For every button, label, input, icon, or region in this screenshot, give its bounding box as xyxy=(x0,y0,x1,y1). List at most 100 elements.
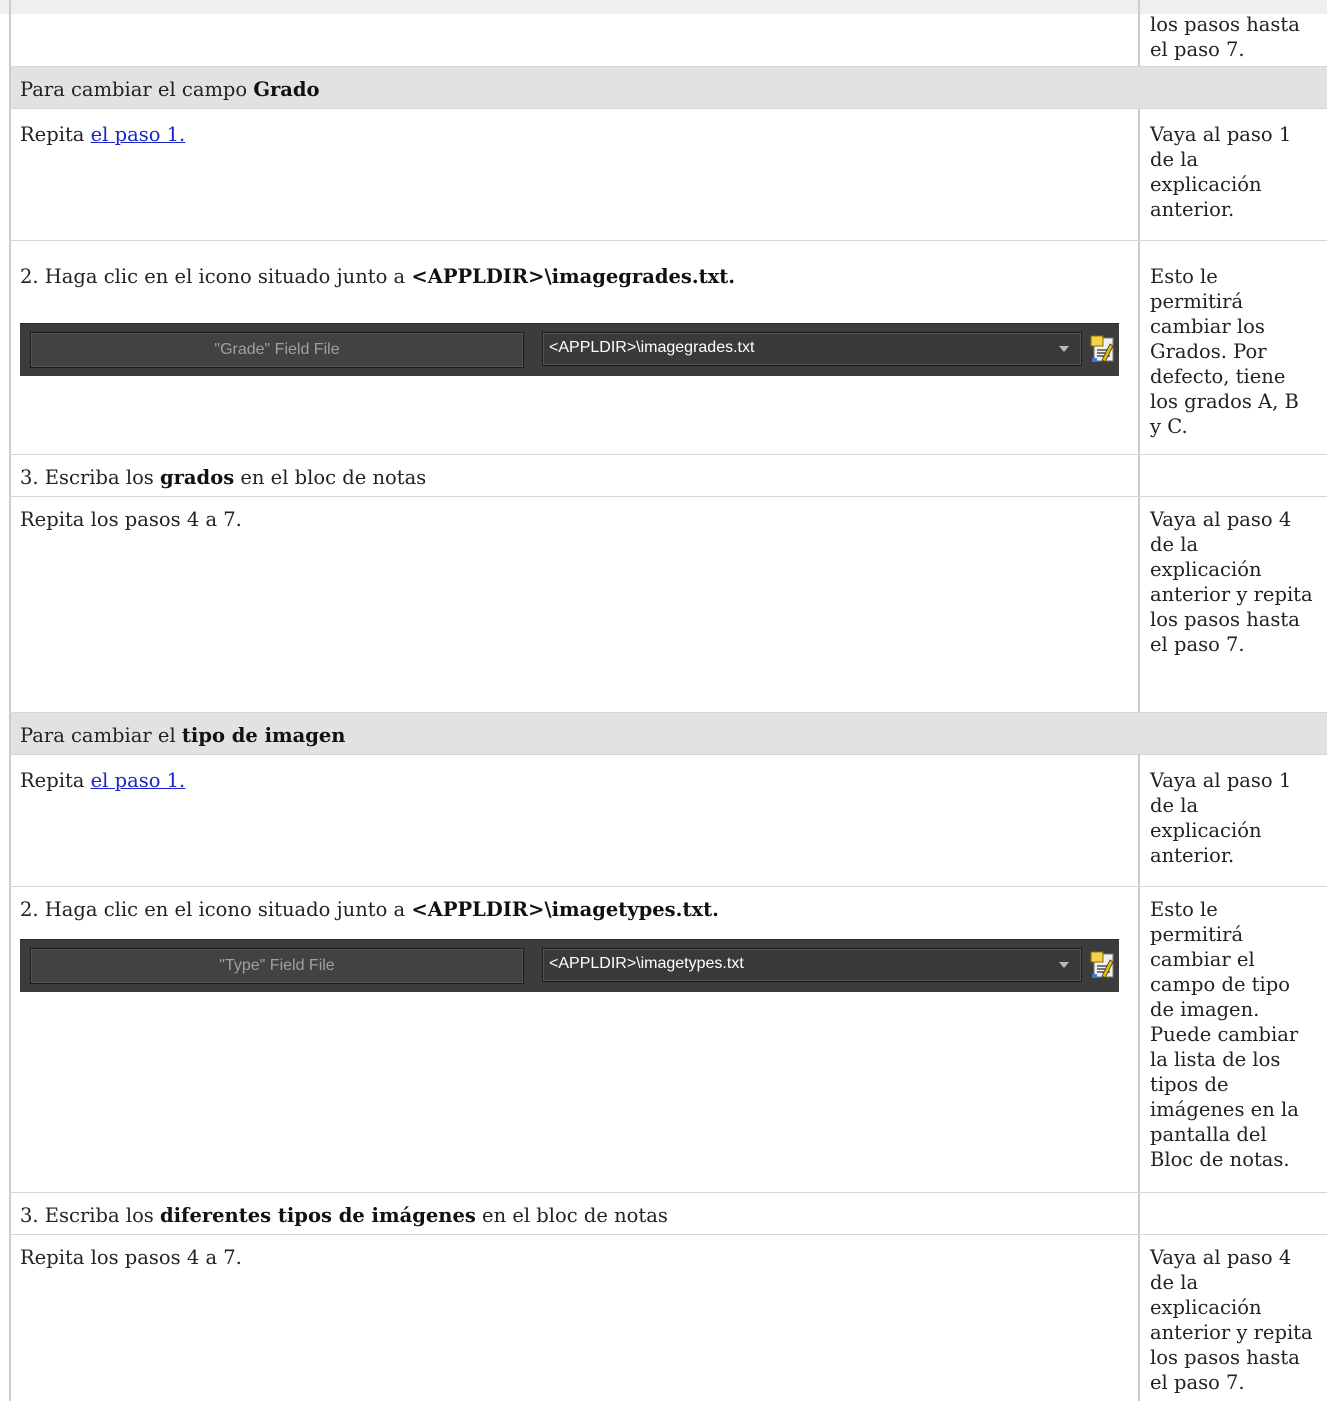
side-line: el paso 7. xyxy=(1150,1371,1245,1394)
side-note: Esto le permitirá cambiar el campo de ti… xyxy=(1150,887,1327,1193)
step-text: 2. Haga clic en el icono situado junto a xyxy=(20,898,412,921)
select-value: <APPLDIR>\imagegrades.txt xyxy=(549,339,755,356)
help-document: los pasos hasta el paso 7. Para cambiar … xyxy=(0,0,1327,1401)
side-line: cambiar los xyxy=(1150,315,1265,338)
side-line: explicación xyxy=(1150,819,1262,842)
side-line: Esto le xyxy=(1150,265,1218,288)
step-text: Repita los pasos 4 a 7. xyxy=(20,508,242,531)
step-text: Repita los pasos 4 a 7. xyxy=(20,1246,242,1269)
side-line: los pasos hasta xyxy=(1150,1346,1300,1369)
step-bold: diferentes tipos de imágenes xyxy=(160,1204,476,1227)
section-header-grade: Para cambiar el campo Grado xyxy=(9,66,1327,109)
side-note-empty xyxy=(1150,1193,1327,1235)
side-line: Vaya al paso 1 xyxy=(1150,769,1292,792)
side-note: Vaya al paso 4 de la explicación anterio… xyxy=(1150,1235,1327,1401)
side-line: anterior y repita xyxy=(1150,583,1313,606)
side-line: el paso 7. xyxy=(1150,38,1245,61)
type-field-file-bar: "Type" Field File <APPLDIR>\imagetypes.t… xyxy=(20,939,1119,992)
step-text: en el bloc de notas xyxy=(475,1204,668,1227)
side-line: Vaya al paso 1 xyxy=(1150,123,1292,146)
side-note: Esto le permitirá cambiar los Grados. Po… xyxy=(1150,241,1327,455)
side-line: el paso 7. xyxy=(1150,633,1245,656)
side-line: permitirá xyxy=(1150,290,1244,313)
section-title-prefix: Para cambiar el xyxy=(20,724,182,747)
side-line: tipos de xyxy=(1150,1073,1229,1096)
type-field-label: "Type" Field File xyxy=(30,948,524,984)
side-line: imágenes en la xyxy=(1150,1098,1299,1121)
side-line: y C. xyxy=(1150,415,1188,438)
main-cell: 3. Escriba los diferentes tipos de imáge… xyxy=(9,1193,1140,1235)
side-line: de la xyxy=(1150,794,1199,817)
main-cell: 2. Haga clic en el icono situado junto a… xyxy=(9,887,1140,1193)
chevron-down-icon[interactable] xyxy=(1059,962,1069,968)
side-line: anterior. xyxy=(1150,198,1235,221)
side-line: pantalla del xyxy=(1150,1123,1267,1146)
side-line: los grados A, B xyxy=(1150,390,1299,413)
side-line: explicación xyxy=(1150,173,1262,196)
side-line: campo de tipo xyxy=(1150,973,1290,996)
table-row-grade-step1: Repita el paso 1. Vaya al paso 1 de la e… xyxy=(9,108,1327,241)
step-path: <APPLDIR>\imagegrades.txt. xyxy=(411,265,736,288)
chevron-down-icon[interactable] xyxy=(1059,346,1069,352)
select-value: <APPLDIR>\imagetypes.txt xyxy=(549,955,744,972)
step1-link[interactable]: el paso 1. xyxy=(91,769,186,792)
step1-link[interactable]: el paso 1. xyxy=(91,123,186,146)
side-line: de la xyxy=(1150,533,1199,556)
side-line: cambiar el xyxy=(1150,948,1255,971)
main-cell xyxy=(9,0,1140,66)
step-text: Repita xyxy=(20,769,91,792)
side-line: defecto, tiene xyxy=(1150,365,1286,388)
section-header-type: Para cambiar el tipo de imagen xyxy=(9,712,1327,755)
step-text: 3. Escriba los xyxy=(20,466,161,489)
side-line: los pasos hasta xyxy=(1150,13,1300,36)
step-text: 3. Escriba los xyxy=(20,1204,161,1227)
side-line: Bloc de notas. xyxy=(1150,1148,1290,1171)
main-cell: Repita el paso 1. xyxy=(9,109,1140,241)
table-row-continuation: los pasos hasta el paso 7. xyxy=(9,0,1327,66)
side-note: Vaya al paso 1 de la explicación anterio… xyxy=(1150,755,1327,887)
side-note: Vaya al paso 4 de la explicación anterio… xyxy=(1150,497,1327,713)
step-bold: grados xyxy=(160,466,235,489)
grade-field-file-bar: "Grade" Field File <APPLDIR>\imagegrades… xyxy=(20,323,1119,376)
side-line: los pasos hasta xyxy=(1150,608,1300,631)
side-line: anterior. xyxy=(1150,844,1235,867)
table-row-grade-repeat: Repita los pasos 4 a 7. Vaya al paso 4 d… xyxy=(9,496,1327,713)
side-line: Grados. Por xyxy=(1150,340,1267,363)
step-text: Repita xyxy=(20,123,91,146)
type-file-select[interactable]: <APPLDIR>\imagetypes.txt xyxy=(542,948,1082,982)
side-line: explicación xyxy=(1150,558,1262,581)
section-title-bold: Grado xyxy=(253,78,320,101)
step-text: 2. Haga clic en el icono situado junto a xyxy=(20,265,412,288)
main-cell: Repita los pasos 4 a 7. xyxy=(9,1235,1140,1401)
step-path: <APPLDIR>\imagetypes.txt. xyxy=(411,898,719,921)
table-row-grade-step2: 2. Haga clic en el icono situado junto a… xyxy=(9,240,1327,455)
edit-file-icon[interactable] xyxy=(1088,950,1116,980)
side-line: de imagen. xyxy=(1150,998,1260,1021)
section-title-bold: tipo de imagen xyxy=(181,724,346,747)
table-row-type-step3: 3. Escriba los diferentes tipos de imáge… xyxy=(9,1192,1327,1235)
side-line: Vaya al paso 4 xyxy=(1150,508,1292,531)
section-title-prefix: Para cambiar el campo xyxy=(20,78,254,101)
grade-file-select[interactable]: <APPLDIR>\imagegrades.txt xyxy=(542,332,1082,366)
table-row-type-repeat: Repita los pasos 4 a 7. Vaya al paso 4 d… xyxy=(9,1234,1327,1401)
main-cell: 3. Escriba los grados en el bloc de nota… xyxy=(9,455,1140,497)
side-line: explicación xyxy=(1150,1296,1262,1319)
side-note-empty xyxy=(1150,455,1327,497)
main-cell: Repita los pasos 4 a 7. xyxy=(9,497,1140,713)
side-line: Esto le xyxy=(1150,898,1218,921)
side-line: de la xyxy=(1150,1271,1199,1294)
table-row-type-step2: 2. Haga clic en el icono situado junto a… xyxy=(9,886,1327,1193)
edit-file-icon[interactable] xyxy=(1088,334,1116,364)
side-line: Vaya al paso 4 xyxy=(1150,1246,1292,1269)
table-row-grade-step3: 3. Escriba los grados en el bloc de nota… xyxy=(9,454,1327,497)
step-text: en el bloc de notas xyxy=(234,466,427,489)
side-note: Vaya al paso 1 de la explicación anterio… xyxy=(1150,109,1327,241)
table-row-type-step1: Repita el paso 1. Vaya al paso 1 de la e… xyxy=(9,754,1327,887)
grade-field-label: "Grade" Field File xyxy=(30,332,524,368)
side-line: Puede cambiar xyxy=(1150,1023,1299,1046)
side-note: los pasos hasta el paso 7. xyxy=(1150,0,1327,66)
side-line: anterior y repita xyxy=(1150,1321,1313,1344)
side-line: la lista de los xyxy=(1150,1048,1281,1071)
side-line: de la xyxy=(1150,148,1199,171)
main-cell: Repita el paso 1. xyxy=(9,755,1140,887)
